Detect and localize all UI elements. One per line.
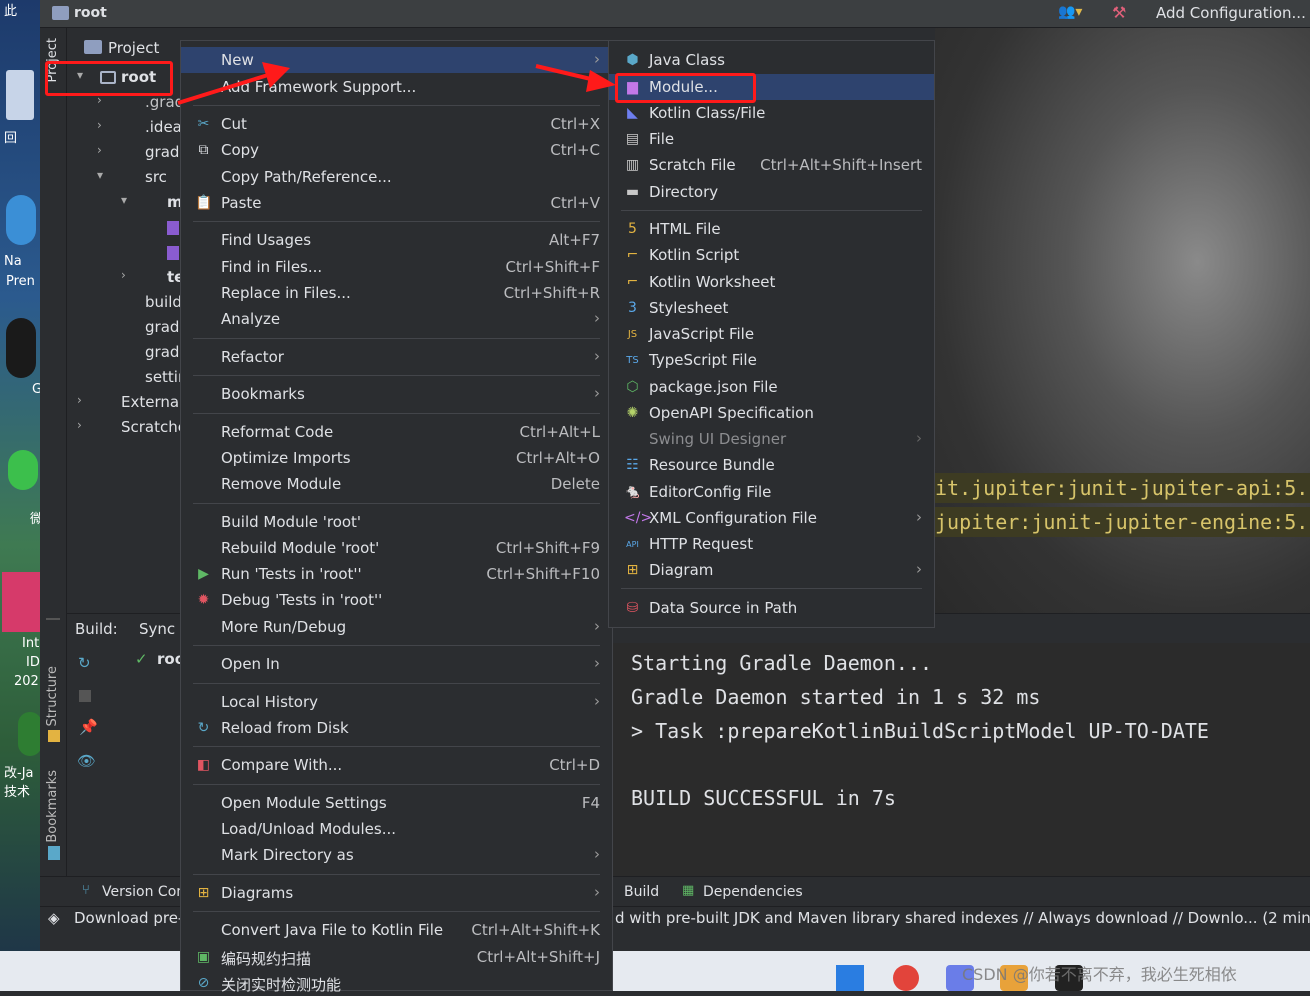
annotation-arrow: [535, 64, 596, 82]
annotation-arrow: [177, 73, 269, 105]
annotation-arrow-head: [262, 62, 290, 88]
annotation-arrows: [177, 62, 616, 105]
annotation-arrow-head: [586, 70, 616, 92]
